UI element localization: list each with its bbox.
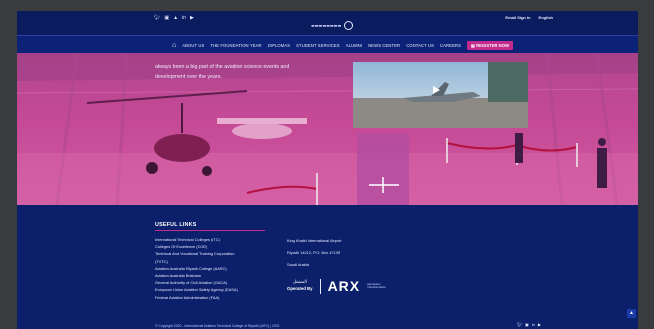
nav-list: ⌂ ABOUT US THE FOUNDATION YEAR DIPLOMAS … xyxy=(172,41,513,50)
footer-link[interactable]: International Technical Colleges (ITC) xyxy=(155,237,238,242)
light-aircraft-graphic xyxy=(217,118,307,139)
arx-logo[interactable]: ARX xyxy=(328,278,361,294)
hero-section: always been a big part of the aviation s… xyxy=(17,53,638,205)
logo-divider xyxy=(319,278,321,294)
operated-by-english: Operated By xyxy=(287,286,313,291)
linkedin-icon[interactable]: in xyxy=(182,15,186,21)
youtube-icon[interactable]: ▶ xyxy=(190,15,194,21)
play-icon[interactable] xyxy=(433,86,440,94)
snapchat-icon[interactable]: ▲ xyxy=(173,15,178,21)
home-icon[interactable]: ⌂ xyxy=(172,42,176,49)
nav-item-student-services[interactable]: STUDENT SERVICES xyxy=(296,43,340,48)
top-bar: 🐦︎ ▣ ▲ in ▶ ▬▬▬▬▬▬▬▬ Email Sign in Engli… xyxy=(17,11,638,35)
linkedin-icon[interactable]: in xyxy=(532,322,535,327)
display-stand-graphic xyxy=(357,133,409,205)
footer-link[interactable]: (TVTC) xyxy=(155,259,238,264)
instagram-icon[interactable]: ▣ xyxy=(525,322,529,327)
address-line-3: Saudi Arabia xyxy=(287,262,310,267)
address-line-1: King Khalid International Airport xyxy=(287,238,342,243)
hero-text-line-1: always been a big part of the aviation s… xyxy=(155,64,290,70)
nav-item-alumni[interactable]: ALUMNI xyxy=(346,43,362,48)
useful-links-heading: USEFUL LINKS xyxy=(155,222,197,228)
language-switch[interactable]: English xyxy=(539,15,553,20)
nav-item-diplomas[interactable]: DIPLOMAS xyxy=(268,43,290,48)
video-player[interactable] xyxy=(353,62,528,128)
arx-tagline: Aerospace Transformation xyxy=(367,281,386,289)
footer-link[interactable]: European Union Aviation Safety Agency (E… xyxy=(155,287,238,292)
footer-link[interactable]: Aviation Australia Riyadh College (AARC) xyxy=(155,266,238,271)
hero-text-line-2: development over the years. xyxy=(155,74,222,80)
nav-item-contact-us[interactable]: CONTACT US xyxy=(406,43,434,48)
college-logo[interactable]: ▬▬▬▬▬▬▬▬ xyxy=(311,20,375,30)
operated-by-label: المشغل Operated By xyxy=(287,280,313,292)
site-footer: USEFUL LINKS International Technical Col… xyxy=(17,205,638,329)
footer-link[interactable]: General Authority of Civil Aviation (GAC… xyxy=(155,280,238,285)
nav-item-about-us[interactable]: ABOUT US xyxy=(182,43,204,48)
heading-underline xyxy=(155,230,265,231)
nav-item-foundation-year[interactable]: THE FOUNDATION YEAR xyxy=(210,43,261,48)
browser-viewport: 🐦︎ ▣ ▲ in ▶ ▬▬▬▬▬▬▬▬ Email Sign in Engli… xyxy=(17,11,638,329)
header-social-links: 🐦︎ ▣ ▲ in ▶ xyxy=(154,15,194,21)
twitter-icon[interactable]: 🐦︎ xyxy=(154,15,160,21)
address-line-2: Riyadh 14212, P.O. Box 47139 xyxy=(287,250,341,255)
register-now-label: REGISTER NOW xyxy=(476,43,509,48)
footer-link[interactable]: Colleges Of Excellence (COE) xyxy=(155,244,238,249)
register-now-button[interactable]: ▤ REGISTER NOW xyxy=(466,41,513,50)
footer-social-links: 🐦︎ ▣ in ▶ xyxy=(517,322,541,327)
youtube-icon[interactable]: ▶ xyxy=(538,322,541,327)
header-utility-links: Email Sign in English xyxy=(505,15,553,20)
jet-aircraft-graphic xyxy=(403,82,481,102)
footer-link[interactable]: Technical And Vocational Training Corpor… xyxy=(155,251,238,256)
main-navigation: ⌂ ABOUT US THE FOUNDATION YEAR DIPLOMAS … xyxy=(17,35,638,53)
twitter-icon[interactable]: 🐦︎ xyxy=(517,322,522,327)
logo-wordmark: ▬▬▬▬▬▬▬▬ xyxy=(311,22,342,28)
copyright-text: © Copyright 2020 - International Aviatio… xyxy=(155,324,280,328)
scroll-to-top-button[interactable]: ▲ xyxy=(627,309,636,318)
useful-links-list: International Technical Colleges (ITC) C… xyxy=(155,237,238,300)
logo-emblem-icon xyxy=(344,20,354,30)
email-sign-in-link[interactable]: Email Sign in xyxy=(505,15,530,20)
hero-description: always been a big part of the aviation s… xyxy=(155,62,355,82)
operated-by-block: المشغل Operated By ARX Aerospace Transfo… xyxy=(287,278,389,294)
footer-link[interactable]: Federal Aviation Administration (FAA) xyxy=(155,295,238,300)
contact-address: King Khalid International Airport Riyadh… xyxy=(287,238,342,267)
footer-link[interactable]: Aviation Australia Brisbane xyxy=(155,273,238,278)
nav-item-news-center[interactable]: NEWS CENTER xyxy=(368,43,400,48)
nav-item-careers[interactable]: CAREERS xyxy=(440,43,461,48)
instagram-icon[interactable]: ▣ xyxy=(164,15,169,21)
